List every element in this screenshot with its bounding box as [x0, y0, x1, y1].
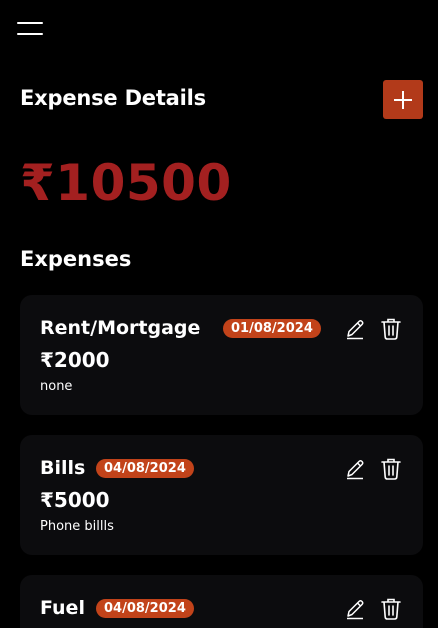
expense-note: none [40, 379, 73, 394]
expense-card: Bills 04/08/2024 ₹5000 Phone billls [20, 435, 423, 555]
hamburger-menu-icon[interactable] [17, 20, 45, 38]
expense-amount: ₹5000 [40, 488, 110, 512]
expense-note: Phone billls [40, 519, 114, 534]
plus-icon [394, 91, 412, 109]
expenses-heading: Expenses [20, 247, 132, 271]
expense-name: Fuel [40, 597, 85, 619]
expense-details-screen: Expense Details ₹10500 Expenses Rent/Mor… [0, 0, 438, 628]
expense-date-badge: 04/08/2024 [96, 599, 194, 618]
pencil-icon [347, 320, 364, 340]
pencil-icon [347, 600, 364, 620]
total-amount: ₹10500 [20, 154, 232, 212]
expense-card: Fuel 04/08/2024 [20, 575, 423, 628]
trash-icon [381, 598, 401, 620]
expense-date-badge: 01/08/2024 [223, 319, 321, 338]
edit-expense-button[interactable] [344, 457, 366, 481]
expense-name: Rent/Mortgage [40, 317, 201, 339]
trash-icon [381, 458, 401, 480]
expense-amount: ₹2000 [40, 348, 110, 372]
delete-expense-button[interactable] [380, 457, 402, 481]
delete-expense-button[interactable] [380, 597, 402, 621]
edit-expense-button[interactable] [344, 597, 366, 621]
trash-icon [381, 318, 401, 340]
add-expense-button[interactable] [383, 80, 423, 119]
delete-expense-button[interactable] [380, 317, 402, 341]
expense-date-badge: 04/08/2024 [96, 459, 194, 478]
expense-card: Rent/Mortgage 01/08/2024 ₹2000 none [20, 295, 423, 415]
menu-line [17, 22, 43, 24]
edit-expense-button[interactable] [344, 317, 366, 341]
page-title: Expense Details [20, 86, 206, 110]
pencil-icon [347, 460, 364, 480]
expense-name: Bills [40, 457, 86, 479]
menu-line [17, 33, 43, 35]
